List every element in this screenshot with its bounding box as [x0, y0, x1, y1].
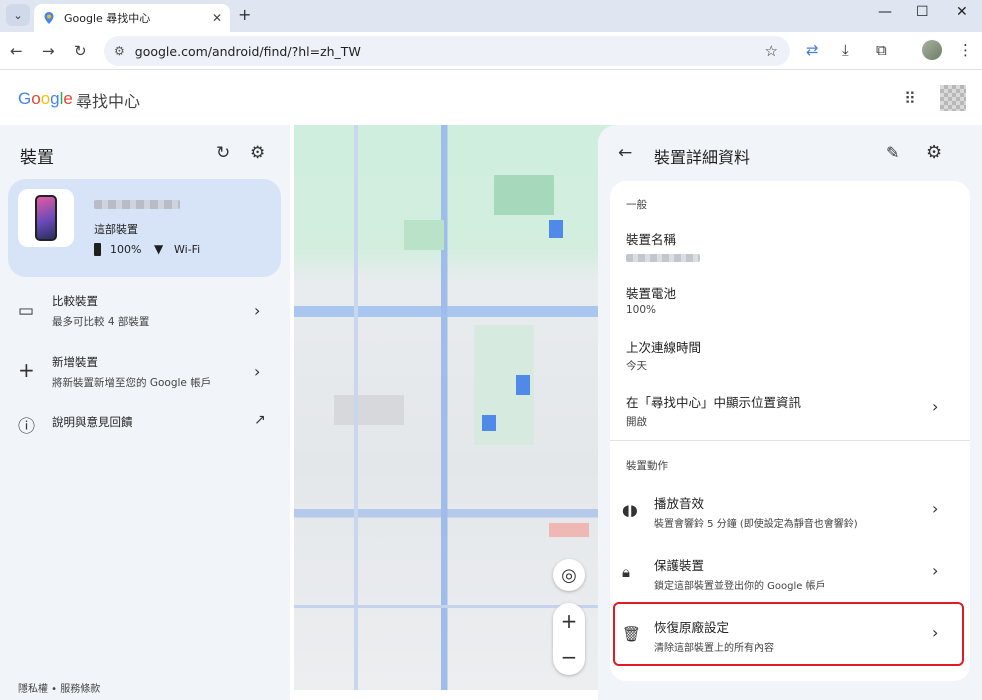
- profile-avatar[interactable]: [922, 40, 942, 60]
- tab-title: Google 尋找中心: [64, 12, 151, 25]
- device-name-redacted: [94, 200, 180, 209]
- refresh-icon[interactable]: ↻: [216, 143, 230, 163]
- zoom-out-button[interactable]: −: [553, 639, 585, 675]
- secure-device-action[interactable]: 🔒︎ 保護裝置 鎖定這部裝置並登出你的 Google 帳戶 ›: [610, 543, 970, 603]
- minimize-button[interactable]: —: [878, 4, 892, 20]
- device-card[interactable]: 這部裝置 100% ▼ Wi-Fi: [8, 179, 281, 277]
- bookmark-star-icon[interactable]: ☆: [765, 42, 778, 60]
- show-location-value: 開啟: [626, 416, 647, 428]
- last-seen-value: 今天: [626, 360, 647, 372]
- map-park: [494, 175, 554, 215]
- device-name-redacted: [626, 254, 700, 262]
- footer-links[interactable]: 隱私權 • 服務條款: [18, 680, 100, 695]
- device-subtitle: 這部裝置: [94, 223, 138, 236]
- browser-tab[interactable]: Google 尋找中心 ✕: [34, 4, 230, 32]
- app-header: Google 尋找中心 ⠿: [0, 71, 982, 123]
- map-block: [334, 395, 404, 425]
- account-avatar[interactable]: [940, 85, 966, 111]
- maximize-button[interactable]: ☐: [916, 4, 929, 20]
- edit-pencil-icon[interactable]: ✎: [886, 143, 899, 162]
- secure-device-label: 保護裝置: [654, 558, 705, 573]
- network-label: Wi-Fi: [174, 243, 201, 256]
- browser-toolbar: ← → ↻ ⚙ google.com/android/find/?hl=zh_T…: [0, 32, 982, 70]
- help-feedback-item[interactable]: ⓘ 說明與意見回饋 ↗: [0, 410, 290, 460]
- sound-icon: ◖◗: [622, 501, 638, 519]
- panel-title: 裝置詳細資料: [654, 148, 751, 167]
- lock-icon: 🔒︎: [622, 563, 630, 581]
- play-sound-action[interactable]: ◖◗ 播放音效 裝置會響鈴 5 分鐘 (即使設定為靜音也會響鈴) ›: [610, 481, 970, 541]
- address-bar[interactable]: ⚙ google.com/android/find/?hl=zh_TW ☆: [104, 36, 790, 66]
- show-location-setting[interactable]: 在「尋找中心」中顯示位置資訊 開啟 ›: [610, 381, 970, 437]
- new-tab-button[interactable]: +: [238, 5, 251, 24]
- devices-icon: ▭: [18, 301, 35, 321]
- settings-gear-icon[interactable]: ⚙: [926, 142, 942, 163]
- wifi-icon: ▼: [154, 242, 164, 256]
- download-icon[interactable]: ⤓: [842, 41, 849, 59]
- add-device-title: 新增裝置: [52, 355, 98, 369]
- find-hub-favicon-icon: [42, 11, 56, 25]
- last-seen-label: 上次連線時間: [626, 340, 702, 355]
- play-sound-subtitle: 裝置會響鈴 5 分鐘 (即使設定為靜音也會響鈴): [654, 519, 858, 530]
- map-poi-marker: [549, 523, 589, 537]
- add-device-item[interactable]: + 新增裝置 將新裝置新增至您的 Google 帳戶 ›: [0, 350, 290, 400]
- chevron-right-icon: ›: [254, 362, 261, 381]
- url-text[interactable]: google.com/android/find/?hl=zh_TW: [135, 44, 361, 59]
- actions-section-title: 裝置動作: [626, 460, 668, 472]
- secure-device-subtitle: 鎖定這部裝置並登出你的 Google 帳戶: [654, 581, 826, 592]
- back-arrow-icon[interactable]: ←: [618, 143, 632, 163]
- battery-icon: [94, 243, 101, 256]
- compare-devices-subtitle: 最多可比較 4 部裝置: [52, 316, 150, 328]
- zoom-in-button[interactable]: +: [553, 603, 585, 639]
- compare-devices-item[interactable]: ▭ 比較裝置 最多可比較 4 部裝置 ›: [0, 289, 290, 339]
- devices-panel: 裝置 ↻ ⚙ 這部裝置 100% ▼ Wi-Fi ▭ 比較裝置 最多可比較 4 …: [0, 125, 290, 700]
- battery-value: 100%: [626, 304, 657, 316]
- google-logo[interactable]: Google: [18, 89, 73, 109]
- chevron-right-icon: ›: [254, 301, 261, 320]
- zoom-controls: + −: [553, 603, 585, 675]
- map-poi-marker: [482, 415, 496, 431]
- extensions-icon[interactable]: ⧉: [876, 41, 887, 59]
- chevron-right-icon: ›: [932, 499, 939, 518]
- highlight-box: [613, 602, 964, 666]
- site-info-icon[interactable]: ⚙: [114, 44, 125, 58]
- add-device-subtitle: 將新裝置新增至您的 Google 帳戶: [52, 377, 212, 389]
- battery-label: 裝置電池: [626, 286, 677, 301]
- map-park: [404, 220, 444, 250]
- map-poi-marker: [516, 375, 530, 395]
- reload-icon[interactable]: ↻: [74, 42, 87, 60]
- device-thumbnail: [18, 189, 74, 247]
- help-icon: ⓘ: [18, 417, 35, 437]
- my-location-button[interactable]: ◎: [553, 559, 585, 591]
- compare-devices-title: 比較裝置: [52, 294, 98, 308]
- map-poi-marker: [549, 220, 563, 238]
- tab-close-icon[interactable]: ✕: [212, 11, 222, 25]
- google-apps-grid-icon[interactable]: ⠿: [904, 89, 916, 108]
- translate-icon[interactable]: ⇄: [806, 41, 819, 59]
- browser-menu-icon[interactable]: ⋮: [958, 41, 973, 59]
- show-location-label: 在「尋找中心」中顯示位置資訊: [626, 395, 802, 410]
- settings-gear-icon[interactable]: ⚙: [250, 143, 265, 163]
- section-divider: [610, 440, 970, 441]
- forward-arrow-icon[interactable]: →: [42, 42, 55, 60]
- chevron-right-icon: ›: [932, 561, 939, 580]
- general-section-title: 一般: [626, 199, 647, 211]
- browser-tab-bar: ⌄ Google 尋找中心 ✕ + — ☐ ✕: [0, 0, 982, 32]
- devices-title: 裝置: [20, 148, 54, 168]
- chevron-right-icon: ›: [932, 397, 939, 416]
- device-name-label: 裝置名稱: [626, 232, 677, 247]
- tab-list-chevron-icon[interactable]: ⌄: [6, 4, 30, 26]
- help-feedback-title: 說明與意見回饋: [52, 415, 133, 429]
- play-sound-label: 播放音效: [654, 496, 705, 511]
- phone-image: [35, 195, 57, 241]
- app-name: 尋找中心: [76, 92, 141, 111]
- back-arrow-icon[interactable]: ←: [10, 42, 23, 60]
- window-close-button[interactable]: ✕: [956, 4, 968, 20]
- plus-icon: +: [18, 358, 35, 382]
- battery-level: 100%: [110, 243, 142, 256]
- open-external-icon: ↗: [254, 412, 266, 428]
